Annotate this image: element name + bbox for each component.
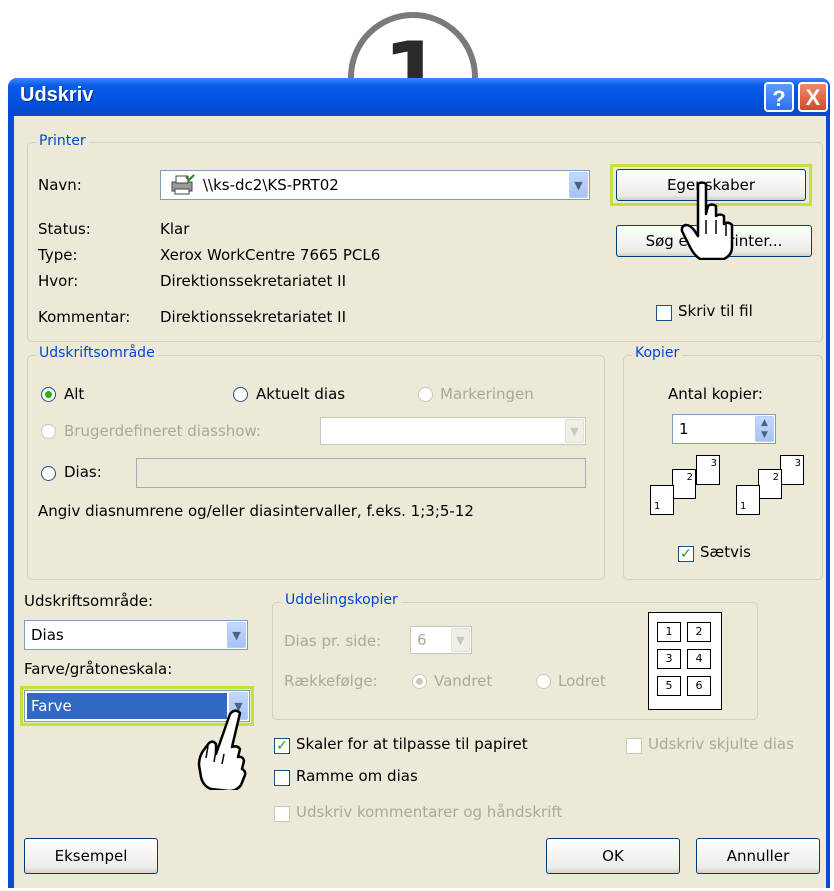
status-label: Status: [38,220,91,238]
selection-radio[interactable] [418,387,433,402]
print-what-value: Dias [31,626,64,644]
printer-legend: Printer [36,133,89,149]
print-what-combo[interactable]: Dias ▼ [24,620,248,650]
where-label: Hvor: [38,272,79,290]
dialog-title: Udskriv [20,84,94,106]
close-button[interactable]: X [798,82,828,112]
pointer-hand-icon [197,709,247,790]
scale-to-fit-label[interactable]: Skaler for at tilpasse til papiret [296,735,528,753]
range-hint: Angiv diasnumrene og/eller diasintervall… [38,502,474,520]
spinner-arrows-icon[interactable]: ▲ ▼ [755,416,774,442]
chevron-down-icon[interactable]: ▼ [451,628,470,652]
slides-input[interactable] [136,458,586,488]
slides-label[interactable]: Dias: [64,463,102,481]
frame-slides-label[interactable]: Ramme om dias [296,767,418,785]
printer-name-label: Navn: [38,176,82,194]
copies-count-label: Antal kopier: [668,385,763,403]
handouts-legend: Uddelingskopier [282,592,401,608]
selection-label[interactable]: Markeringen [440,385,534,403]
slides-per-page-label: Dias pr. side: [284,632,382,650]
hidden-slides-checkbox[interactable] [626,738,642,754]
pointer-hand-icon [680,181,734,260]
collate-checkbox[interactable]: ✓ [678,546,694,562]
comment-value: Direktionssekretariatet II [160,308,347,326]
page-icon: 1 [650,485,674,515]
vertical-label[interactable]: Lodret [558,672,606,690]
custom-show-combo[interactable]: ▼ [320,417,586,445]
chevron-down-icon[interactable]: ▼ [565,419,584,443]
ok-button[interactable]: OK [546,838,680,874]
copies-count-value: 1 [679,420,689,438]
custom-show-label[interactable]: Brugerdefineret diasshow: [64,422,261,440]
current-slide-label[interactable]: Aktuelt dias [256,385,345,403]
printer-icon [169,174,195,200]
print-range-legend: Udskriftsområde [36,345,158,361]
chevron-down-icon[interactable]: ▼ [569,172,588,198]
help-button[interactable]: ? [764,82,794,112]
copies-count-spinner[interactable]: 1 ▲ ▼ [672,414,776,444]
title-bar[interactable] [8,78,830,116]
frame-slides-checkbox[interactable] [274,770,290,786]
page-icon: 1 [736,485,760,515]
page-icon: 3 [780,455,804,485]
print-to-file-label[interactable]: Skriv til fil [678,302,753,320]
current-slide-radio[interactable] [233,387,248,402]
page-icon: 2 [672,469,696,499]
page-icon: 3 [696,455,720,485]
print-what-label: Udskriftsområde: [24,592,154,610]
all-label[interactable]: Alt [64,385,84,403]
color-label: Farve/gråtoneskala: [24,660,173,678]
comments-label[interactable]: Udskriv kommentarer og håndskrift [296,803,562,821]
copies-legend: Kopier [632,345,683,361]
vertical-radio[interactable] [536,674,551,689]
comment-label: Kommentar: [38,308,131,326]
type-value: Xerox WorkCentre 7665 PCL6 [160,246,381,264]
print-to-file-checkbox[interactable] [656,305,672,321]
slides-radio[interactable] [41,466,56,481]
hidden-slides-label[interactable]: Udskriv skjulte dias [648,735,794,753]
collate-label[interactable]: Sætvis [700,543,751,561]
handout-layout-preview: 1 2 3 4 5 6 [648,612,722,710]
chevron-down-icon[interactable]: ▼ [227,622,246,648]
type-label: Type: [38,246,78,264]
order-label: Rækkefølge: [284,672,378,690]
page-icon: 2 [758,469,782,499]
horizontal-label[interactable]: Vandret [434,672,492,690]
slides-per-page-value: 6 [417,631,427,649]
slides-per-page-combo[interactable]: 6 ▼ [410,626,472,654]
cancel-button[interactable]: Annuller [696,838,820,874]
horizontal-radio[interactable] [412,674,427,689]
all-radio[interactable] [41,387,56,402]
printer-name-combo[interactable]: \\ks-dc2\KS-PRT02 ▼ [160,170,590,200]
custom-show-radio[interactable] [41,424,56,439]
status-value: Klar [160,220,190,238]
where-value: Direktionssekretariatet II [160,272,347,290]
preview-button[interactable]: Eksempel [24,838,158,874]
comments-checkbox[interactable] [274,806,290,822]
printer-name-value: \\ks-dc2\KS-PRT02 [203,176,339,194]
scale-to-fit-checkbox[interactable]: ✓ [274,738,290,754]
